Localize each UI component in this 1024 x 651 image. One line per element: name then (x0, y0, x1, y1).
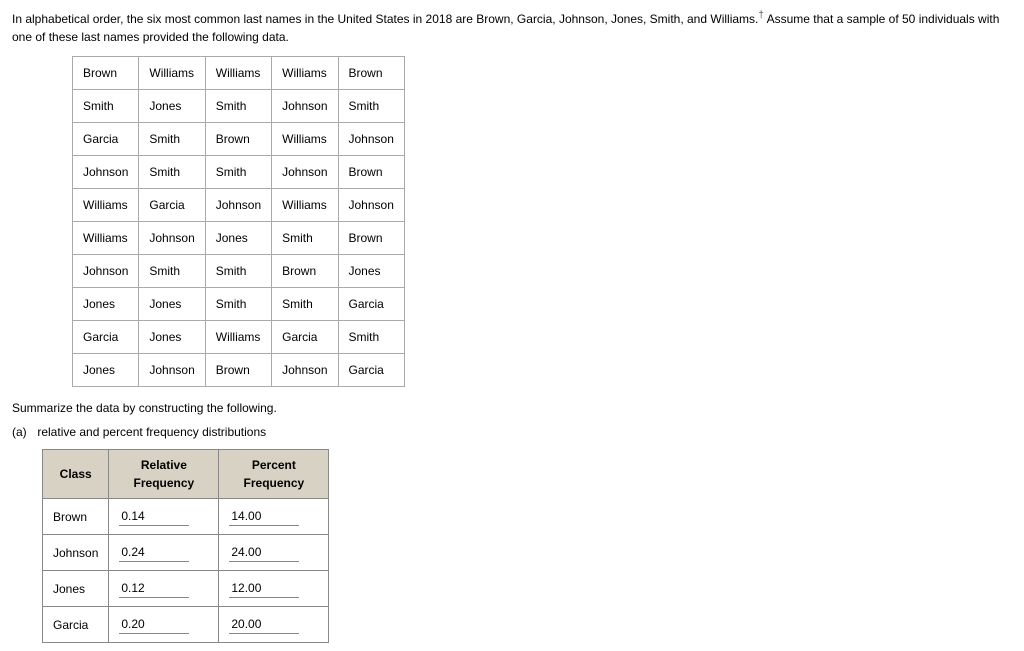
header-class: Class (43, 450, 109, 499)
freq-relative-cell (109, 571, 219, 607)
table-cell: Smith (338, 90, 404, 123)
relative-frequency-input[interactable] (119, 615, 189, 634)
table-row: BrownWilliamsWilliamsWilliamsBrown (73, 57, 405, 90)
table-cell: Jones (73, 354, 139, 387)
table-cell: Williams (73, 222, 139, 255)
table-cell: Garcia (338, 288, 404, 321)
freq-class-cell: Johnson (43, 535, 109, 571)
freq-row: Johnson (43, 535, 329, 571)
summary-instruction: Summarize the data by constructing the f… (12, 399, 1012, 417)
percent-frequency-input[interactable] (229, 615, 299, 634)
table-cell: Brown (205, 354, 271, 387)
freq-row: Garcia (43, 607, 329, 643)
part-a-text: relative and percent frequency distribut… (37, 425, 266, 439)
table-cell: Brown (272, 255, 338, 288)
table-cell: Jones (338, 255, 404, 288)
frequency-table: Class Relative Frequency Percent Frequen… (42, 449, 329, 643)
table-cell: Smith (338, 321, 404, 354)
table-row: JohnsonSmithSmithJohnsonBrown (73, 156, 405, 189)
table-cell: Brown (338, 156, 404, 189)
table-cell: Smith (272, 288, 338, 321)
table-cell: Smith (272, 222, 338, 255)
table-cell: Johnson (205, 189, 271, 222)
table-cell: Brown (338, 57, 404, 90)
freq-relative-cell (109, 499, 219, 535)
header-relative-frequency: Relative Frequency (109, 450, 219, 499)
freq-row: Brown (43, 499, 329, 535)
table-row: GarciaJonesWilliamsGarciaSmith (73, 321, 405, 354)
table-cell: Johnson (73, 255, 139, 288)
table-cell: Johnson (139, 354, 205, 387)
table-cell: Jones (139, 321, 205, 354)
table-cell: Williams (205, 57, 271, 90)
table-cell: Smith (205, 156, 271, 189)
question-intro: In alphabetical order, the six most comm… (12, 8, 1012, 46)
table-cell: Johnson (272, 354, 338, 387)
table-row: WilliamsGarciaJohnsonWilliamsJohnson (73, 189, 405, 222)
table-cell: Johnson (338, 123, 404, 156)
relative-frequency-input[interactable] (119, 507, 189, 526)
table-row: JonesJohnsonBrownJohnsonGarcia (73, 354, 405, 387)
freq-percent-cell (219, 535, 329, 571)
freq-relative-cell (109, 607, 219, 643)
freq-percent-cell (219, 571, 329, 607)
freq-class-cell: Brown (43, 499, 109, 535)
part-a-label: (a) (12, 423, 34, 441)
table-cell: Garcia (73, 321, 139, 354)
freq-percent-cell (219, 499, 329, 535)
table-cell: Smith (139, 123, 205, 156)
table-cell: Smith (205, 288, 271, 321)
percent-frequency-input[interactable] (229, 543, 299, 562)
freq-row: Jones (43, 571, 329, 607)
table-cell: Garcia (139, 189, 205, 222)
table-row: JonesJonesSmithSmithGarcia (73, 288, 405, 321)
freq-percent-cell (219, 607, 329, 643)
table-cell: Jones (139, 90, 205, 123)
table-cell: Garcia (73, 123, 139, 156)
percent-frequency-input[interactable] (229, 579, 299, 598)
table-cell: Johnson (338, 189, 404, 222)
table-cell: Williams (139, 57, 205, 90)
freq-relative-cell (109, 535, 219, 571)
percent-frequency-input[interactable] (229, 507, 299, 526)
intro-text-1: In alphabetical order, the six most comm… (12, 12, 758, 26)
table-cell: Jones (73, 288, 139, 321)
table-cell: Garcia (338, 354, 404, 387)
table-cell: Garcia (272, 321, 338, 354)
table-cell: Jones (139, 288, 205, 321)
table-row: WilliamsJohnsonJonesSmithBrown (73, 222, 405, 255)
table-cell: Brown (338, 222, 404, 255)
table-row: SmithJonesSmithJohnsonSmith (73, 90, 405, 123)
freq-class-cell: Garcia (43, 607, 109, 643)
table-cell: Johnson (272, 156, 338, 189)
header-percent-frequency: Percent Frequency (219, 450, 329, 499)
table-cell: Jones (205, 222, 271, 255)
table-cell: Smith (73, 90, 139, 123)
table-cell: Williams (272, 123, 338, 156)
table-cell: Johnson (139, 222, 205, 255)
part-a: (a) relative and percent frequency distr… (12, 423, 1012, 441)
freq-class-cell: Jones (43, 571, 109, 607)
table-cell: Brown (73, 57, 139, 90)
relative-frequency-input[interactable] (119, 579, 189, 598)
table-cell: Johnson (272, 90, 338, 123)
table-cell: Smith (139, 255, 205, 288)
table-cell: Williams (205, 321, 271, 354)
relative-frequency-input[interactable] (119, 543, 189, 562)
table-cell: Johnson (73, 156, 139, 189)
table-cell: Smith (205, 90, 271, 123)
table-cell: Williams (272, 57, 338, 90)
table-cell: Williams (272, 189, 338, 222)
sample-data-table: BrownWilliamsWilliamsWilliamsBrownSmithJ… (72, 56, 405, 387)
table-cell: Smith (139, 156, 205, 189)
table-row: GarciaSmithBrownWilliamsJohnson (73, 123, 405, 156)
table-row: JohnsonSmithSmithBrownJones (73, 255, 405, 288)
table-cell: Brown (205, 123, 271, 156)
table-cell: Williams (73, 189, 139, 222)
table-cell: Smith (205, 255, 271, 288)
